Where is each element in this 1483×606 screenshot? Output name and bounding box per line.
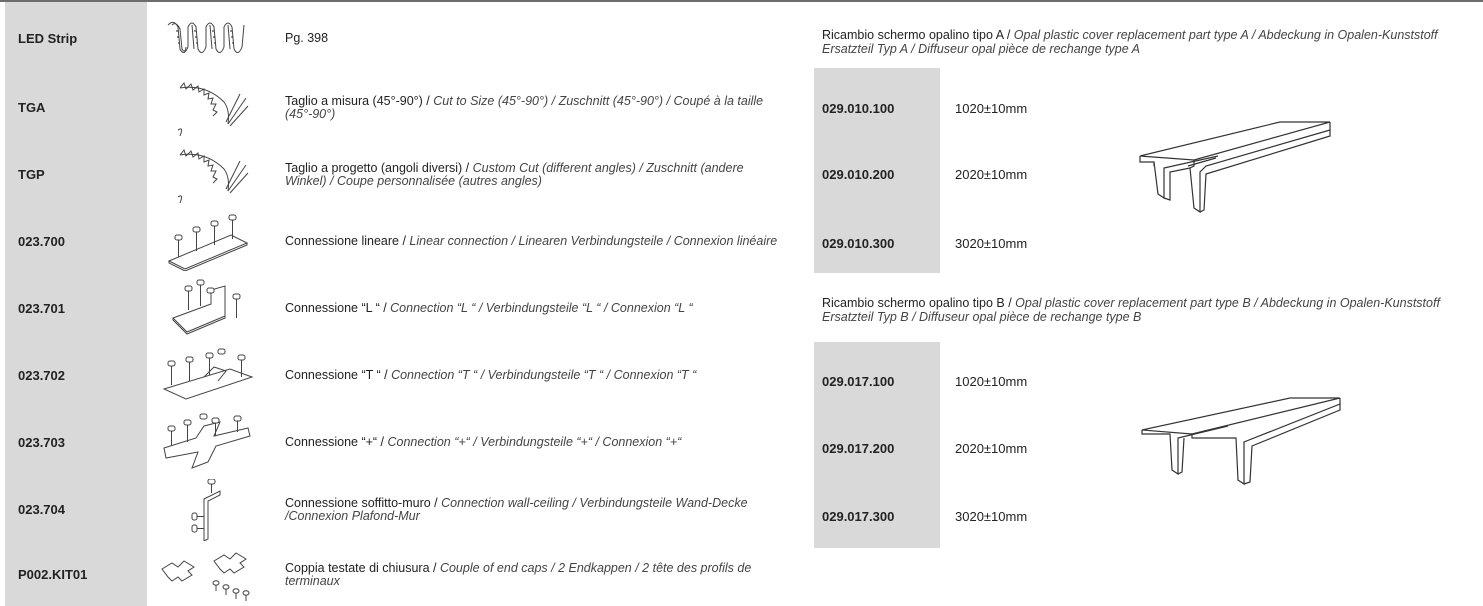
item-code: P002.KIT01 bbox=[18, 567, 88, 582]
item-title: Coppia testate di chiusura / bbox=[285, 560, 440, 575]
table-row: 023.703 Connessione “+“ / Connection “+“… bbox=[0, 409, 800, 476]
table-row: 023.702 Connessione “T “ / Connection “T… bbox=[0, 342, 800, 409]
part-code: 029.010.300 bbox=[822, 236, 895, 251]
item-description: Connection “+“ / Verbindungsteile “+“ / … bbox=[387, 435, 682, 449]
item-title: Connessione “L “ / bbox=[285, 301, 391, 315]
item-code: 023.701 bbox=[18, 301, 65, 316]
part-code: 029.017.100 bbox=[822, 374, 895, 389]
section-b-title: Ricambio schermo opalino tipo B / Opal p… bbox=[822, 296, 1482, 324]
accessories-table: LED Strip Pg. 398 TGA Taglio a misura (4… bbox=[0, 2, 800, 606]
item-title: Taglio a misura (45°-90°) / bbox=[285, 93, 434, 108]
cover-profile-b-icon bbox=[1141, 397, 1341, 486]
table-row: TGA Taglio a misura (45°-90°) / Cut to S… bbox=[0, 74, 800, 141]
item-description: Pg. 398 bbox=[285, 30, 329, 45]
part-code: 029.017.200 bbox=[822, 441, 895, 456]
item-title: Connessione “+“ / bbox=[285, 435, 388, 449]
part-length: 3020±10mm bbox=[955, 236, 1028, 251]
item-code: TGP bbox=[18, 167, 45, 182]
part-length: 3020±10mm bbox=[955, 509, 1028, 524]
linear-connector-icon bbox=[155, 212, 260, 271]
cover-profile-a-icon bbox=[1139, 121, 1331, 214]
table-row: 023.700 Connessione lineare / Linear con… bbox=[0, 208, 800, 275]
wall-ceiling-connector-icon bbox=[155, 478, 260, 541]
item-description: Connection “L “ / Verbindungsteile “L “ … bbox=[390, 301, 693, 315]
table-row: LED Strip Pg. 398 bbox=[0, 2, 800, 74]
item-code: TGA bbox=[18, 100, 46, 115]
part-code: 029.017.300 bbox=[822, 509, 895, 524]
table-row: TGP Taglio a progetto (angoli diversi) /… bbox=[0, 141, 800, 208]
item-code: LED Strip bbox=[18, 30, 78, 46]
item-code: 023.700 bbox=[18, 234, 65, 249]
part-code: 029.010.200 bbox=[822, 167, 895, 182]
item-title: Connessione soffitto-muro / bbox=[285, 495, 442, 510]
part-code: 029.010.100 bbox=[822, 101, 895, 116]
saw-blade-icon bbox=[155, 78, 260, 137]
item-code: 023.703 bbox=[18, 435, 65, 450]
led-strip-icon bbox=[155, 6, 260, 70]
table-row: 023.704 Connessione soffitto-muro / Conn… bbox=[0, 476, 800, 543]
part-length: 2020±10mm bbox=[955, 441, 1028, 456]
saw-blade-icon bbox=[155, 145, 260, 204]
item-code: 023.704 bbox=[18, 502, 65, 517]
section-a-heading: Ricambio schermo opalino tipo A / bbox=[822, 28, 1014, 42]
t-connector-icon bbox=[155, 346, 260, 405]
table-row: 023.701 Connessione “L “ / Connection “L… bbox=[0, 275, 800, 342]
part-length: 1020±10mm bbox=[955, 374, 1028, 389]
section-b-heading: Ricambio schermo opalino tipo B / bbox=[822, 296, 1016, 310]
item-description: Linear connection / Linearen Verbindungs… bbox=[409, 234, 778, 248]
section-a-title: Ricambio schermo opalino tipo A / Opal p… bbox=[822, 28, 1482, 56]
end-caps-icon bbox=[155, 547, 260, 602]
part-length: 2020±10mm bbox=[955, 167, 1028, 182]
l-connector-icon bbox=[155, 279, 260, 338]
plus-connector-icon bbox=[155, 413, 260, 472]
item-title: Connessione “T “ / bbox=[285, 368, 392, 382]
table-row: P002.KIT01 Coppia testate di chiusura / … bbox=[0, 543, 800, 606]
item-title: Taglio a progetto (angoli diversi) / bbox=[285, 160, 473, 175]
item-description: Connection “T “ / Verbindungsteile “T “ … bbox=[391, 368, 697, 382]
item-title: Connessione lineare / bbox=[285, 234, 410, 248]
part-length: 1020±10mm bbox=[955, 101, 1028, 116]
item-code: 023.702 bbox=[18, 368, 65, 383]
